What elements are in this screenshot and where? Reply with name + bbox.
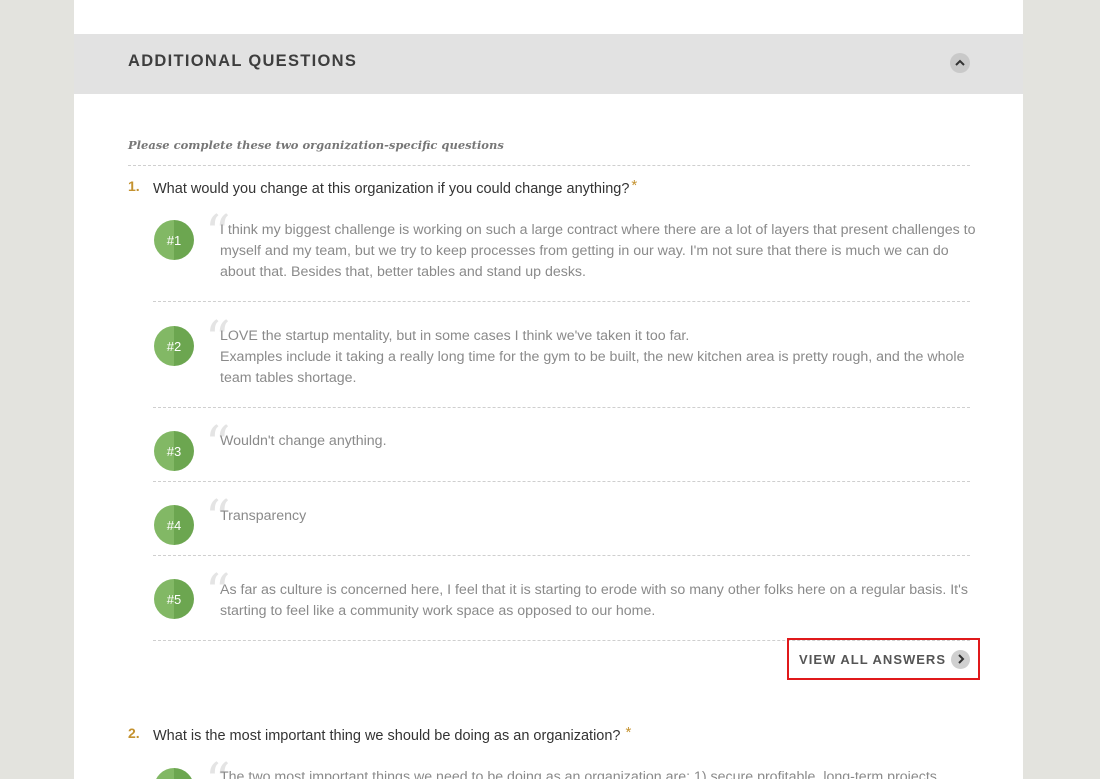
divider — [153, 301, 970, 302]
answer-text: LOVE the startup mentality, but in some … — [220, 328, 965, 386]
answer-text: I think my biggest challenge is working … — [220, 222, 976, 280]
answer-text: Transparency — [220, 508, 307, 524]
answer-badge: #3 — [154, 431, 194, 471]
view-all-answers-label: VIEW ALL ANSWERS — [799, 651, 946, 667]
collapse-button[interactable] — [950, 53, 970, 73]
divider — [153, 481, 970, 482]
required-asterisk: * — [625, 724, 632, 741]
answer-text: The two most important things we need to… — [220, 769, 937, 779]
answer-badge: #1 — [154, 220, 194, 260]
divider — [153, 407, 970, 408]
answer-text: As far as culture is concerned here, I f… — [220, 582, 968, 619]
answer-badge: #5 — [154, 579, 194, 619]
question-text: What would you change at this organizati… — [153, 177, 637, 197]
question-number: 2. — [128, 725, 140, 741]
questions-card: ADDITIONAL QUESTIONS Please complete the… — [74, 0, 1023, 779]
section-header[interactable]: ADDITIONAL QUESTIONS — [74, 34, 1023, 94]
chevron-up-icon — [955, 59, 965, 66]
answer-badge: #2 — [154, 326, 194, 366]
required-asterisk: * — [631, 177, 638, 194]
divider — [153, 555, 970, 556]
intro-text: Please complete these two organization-s… — [128, 138, 504, 152]
answer-badge: #4 — [154, 505, 194, 545]
chevron-right-icon — [951, 649, 970, 669]
question-number: 1. — [128, 178, 140, 194]
answer-text: Wouldn't change anything. — [220, 433, 387, 449]
divider — [128, 165, 970, 166]
question-text: What is the most important thing we shou… — [153, 724, 631, 744]
answer-badge: #1 — [154, 768, 194, 779]
section-title: ADDITIONAL QUESTIONS — [128, 52, 358, 70]
question-label: What would you change at this organizati… — [153, 181, 630, 197]
view-all-answers-button[interactable]: VIEW ALL ANSWERS — [787, 638, 980, 680]
question-label: What is the most important thing we shou… — [153, 728, 621, 744]
